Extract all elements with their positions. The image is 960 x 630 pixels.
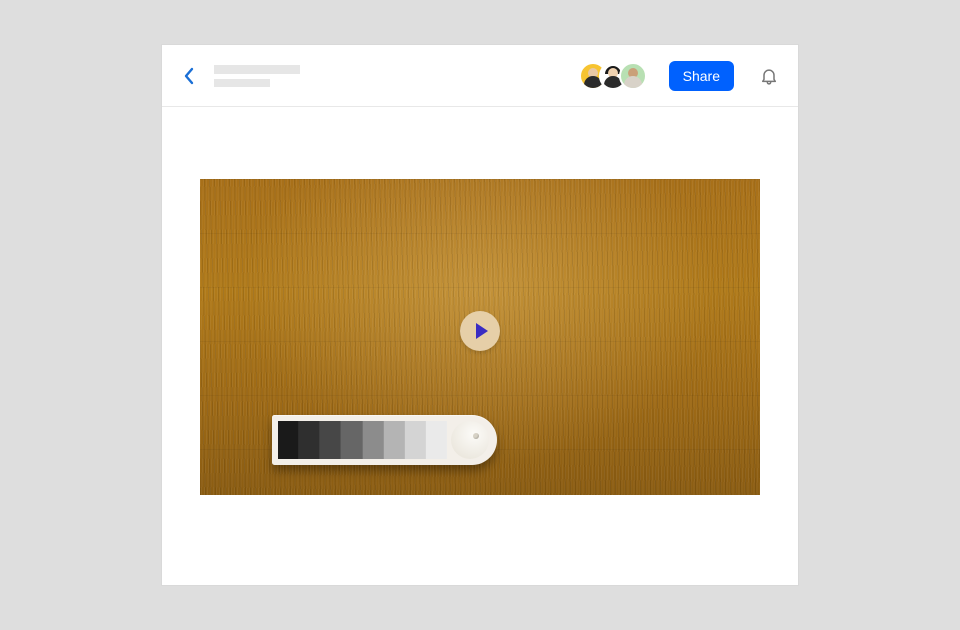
- avatar-collaborator-3[interactable]: [619, 62, 647, 90]
- bell-icon: [759, 66, 779, 86]
- video-preview: [200, 179, 760, 495]
- palette-swatches: [278, 421, 447, 459]
- palette-cap: [451, 421, 489, 459]
- palette-swatch: [278, 421, 299, 459]
- collaborator-avatars: [579, 62, 647, 90]
- palette-swatch: [405, 421, 426, 459]
- palette-swatch: [426, 421, 447, 459]
- back-button[interactable]: [176, 63, 202, 89]
- share-button[interactable]: Share: [669, 61, 734, 91]
- play-icon: [476, 323, 488, 339]
- subtitle-skeleton-line: [214, 79, 270, 87]
- notifications-button[interactable]: [758, 65, 780, 87]
- palette-swatch: [299, 421, 320, 459]
- palette-swatch: [363, 421, 384, 459]
- app-window: Share: [162, 45, 798, 585]
- content-area: [162, 107, 798, 585]
- title-skeleton-line: [214, 65, 300, 74]
- palette-swatch: [384, 421, 405, 459]
- header-bar: Share: [162, 45, 798, 107]
- color-palette-prop: [272, 415, 497, 465]
- palette-swatch: [341, 421, 362, 459]
- chevron-left-icon: [182, 67, 196, 85]
- palette-swatch: [320, 421, 341, 459]
- play-button[interactable]: [460, 311, 500, 351]
- title-placeholder: [214, 65, 569, 87]
